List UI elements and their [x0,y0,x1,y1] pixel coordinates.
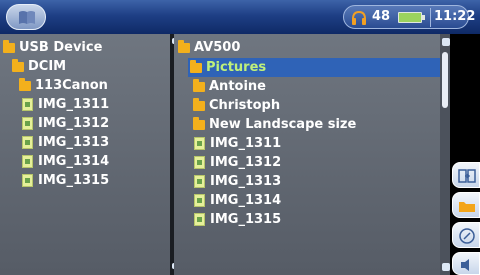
folder-icon [3,40,15,53]
folder-icon [19,78,31,91]
folder-icon [193,79,205,92]
rename-icon [459,228,475,244]
item-label: IMG_1314 [210,193,282,208]
copy-icon [458,169,476,183]
image-file-icon [194,156,205,169]
item-label: AV500 [194,40,241,55]
item-label: IMG_1311 [210,136,282,151]
folder-icon [193,98,205,111]
item-label: Christoph [209,98,281,113]
right-pane: AV500 Pictures Antoine Christoph New Lan… [174,34,450,275]
headphones-icon [352,10,366,25]
item-label: IMG_1315 [210,212,282,227]
right-scroll-down-arrow[interactable] [442,263,450,271]
folder-icon [193,117,205,130]
item-label: New Landscape size [209,117,357,132]
folder-icon [459,202,475,212]
image-file-icon [22,117,33,130]
item-label: IMG_1313 [210,174,282,189]
image-file-icon [194,137,205,150]
volume-level: 48 [372,9,391,24]
right-scroll-up-arrow[interactable] [442,38,450,46]
item-label: USB Device [19,40,103,55]
menu-button[interactable] [6,4,46,30]
item-label: IMG_1312 [210,155,282,170]
top-status-bar: 48 11:22 [0,0,480,34]
item-label: IMG_1315 [38,173,110,188]
copy-button[interactable] [452,162,480,188]
clock-time: 11:22 [434,9,476,24]
folder-icon [12,59,24,72]
book-icon [19,11,35,24]
image-file-icon [22,174,33,187]
item-label: IMG_1312 [38,116,110,131]
image-file-icon [22,136,33,149]
item-label: Antoine [209,79,266,94]
image-file-icon [194,213,205,226]
folder-icon [178,40,190,53]
right-scroll-thumb[interactable] [442,52,448,108]
item-label: IMG_1311 [38,97,110,112]
item-label: DCIM [28,59,67,74]
status-pill: 48 11:22 [343,5,475,29]
image-file-icon [194,194,205,207]
audio-button[interactable] [452,252,480,275]
image-file-icon [22,155,33,168]
folder-icon [190,60,202,73]
folder-button[interactable] [452,192,480,218]
file-browser-screen: 48 11:22 USB Device DCIM 113Canon IMG_13… [0,0,480,275]
battery-icon [398,12,425,23]
rename-button[interactable] [452,222,480,248]
item-label: 113Canon [35,78,108,93]
image-file-icon [22,98,33,111]
image-file-icon [194,175,205,188]
audio-icon [461,259,469,271]
item-label: IMG_1313 [38,135,110,150]
left-pane: USB Device DCIM 113Canon IMG_1311 IMG_13… [0,34,170,275]
item-label: Pictures [206,60,267,75]
item-label: IMG_1314 [38,154,110,169]
status-divider [430,8,431,27]
